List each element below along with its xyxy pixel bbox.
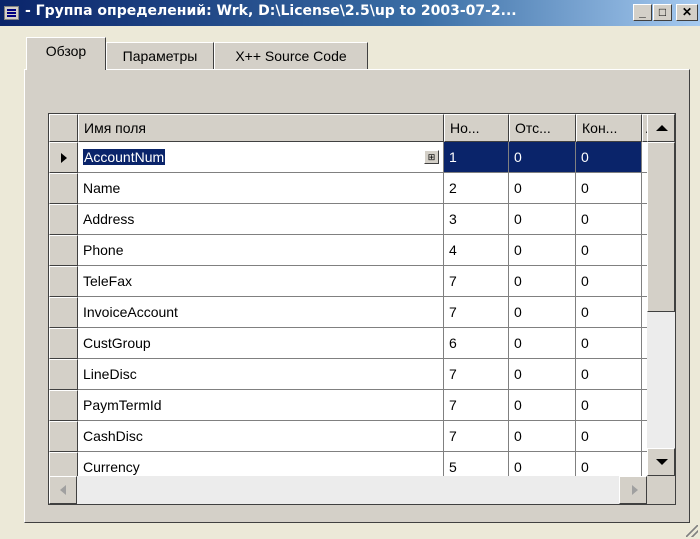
- table-row[interactable]: CashDisc 7 0 0: [49, 421, 672, 452]
- scroll-right-button[interactable]: [619, 476, 647, 504]
- column-header-number[interactable]: Но...: [444, 114, 509, 142]
- table-row[interactable]: CustGroup600✔: [49, 328, 672, 359]
- cell-offset[interactable]: 0: [509, 297, 576, 328]
- current-row-arrow-icon: [61, 153, 67, 163]
- column-header-field-name[interactable]: Имя поля: [78, 114, 444, 142]
- cell-end[interactable]: 0: [576, 235, 642, 266]
- window-icon[interactable]: [4, 6, 19, 20]
- arrow-right-icon: [632, 485, 638, 495]
- scroll-up-button[interactable]: [647, 114, 675, 142]
- cell-field-name[interactable]: AccountNum ⊞: [78, 142, 444, 173]
- cell-number[interactable]: 6: [444, 328, 509, 359]
- cell-number[interactable]: 7: [444, 297, 509, 328]
- row-selector[interactable]: [49, 235, 78, 266]
- cell-number[interactable]: 2: [444, 173, 509, 204]
- cell-field-name[interactable]: LineDisc: [78, 359, 444, 390]
- scroll-down-button[interactable]: [647, 448, 675, 476]
- column-header-offset[interactable]: Отс...: [509, 114, 576, 142]
- title-bar[interactable]: - Группа определений: Wrk, D:\License\2.…: [0, 0, 700, 26]
- cell-end[interactable]: 0: [576, 328, 642, 359]
- cell-number[interactable]: 1: [444, 142, 509, 173]
- fields-grid[interactable]: Имя поля Но... Отс... Кон... А. AccountN…: [48, 113, 676, 505]
- cell-offset[interactable]: 0: [509, 359, 576, 390]
- tab-source-code[interactable]: X++ Source Code: [214, 42, 368, 70]
- cell-end[interactable]: 0: [576, 142, 642, 173]
- table-row[interactable]: Name200✔: [49, 173, 672, 204]
- lookup-button[interactable]: ⊞: [424, 150, 439, 164]
- grid-corner-header: [49, 114, 78, 142]
- cell-end[interactable]: 0: [576, 173, 642, 204]
- cell-field-name[interactable]: InvoiceAccount: [78, 297, 444, 328]
- row-selector[interactable]: [49, 390, 78, 421]
- cell-offset[interactable]: 0: [509, 421, 576, 452]
- tab-overview[interactable]: Обзор: [26, 37, 106, 70]
- cell-end[interactable]: 0: [576, 204, 642, 235]
- table-row[interactable]: Phone400✔: [49, 235, 672, 266]
- resize-grip-icon[interactable]: [686, 525, 698, 537]
- row-selector[interactable]: [49, 142, 78, 173]
- row-selector[interactable]: [49, 328, 78, 359]
- tab-parameters[interactable]: Параметры: [106, 42, 214, 70]
- arrow-up-icon: [656, 125, 668, 131]
- minimize-button[interactable]: _: [633, 4, 652, 21]
- column-header-end[interactable]: Кон...: [576, 114, 642, 142]
- cell-number[interactable]: 7: [444, 359, 509, 390]
- cell-field-name[interactable]: PaymTermId: [78, 390, 444, 421]
- window-title: - Группа определений: Wrk, D:\License\2.…: [25, 3, 517, 19]
- maximize-button[interactable]: □: [653, 4, 672, 21]
- cell-end[interactable]: 0: [576, 390, 642, 421]
- vertical-scrollbar[interactable]: [647, 114, 675, 476]
- cell-field-name[interactable]: Phone: [78, 235, 444, 266]
- close-button[interactable]: ✕: [676, 4, 698, 21]
- cell-number[interactable]: 7: [444, 266, 509, 297]
- cell-end[interactable]: 0: [576, 297, 642, 328]
- horizontal-scrollbar[interactable]: [49, 476, 647, 504]
- table-row[interactable]: InvoiceAccount 7 0 0: [49, 297, 672, 328]
- table-row[interactable]: LineDisc 7 0 0: [49, 359, 672, 390]
- cell-field-name[interactable]: CustGroup: [78, 328, 444, 359]
- row-selector[interactable]: [49, 421, 78, 452]
- cell-field-name[interactable]: Name: [78, 173, 444, 204]
- row-selector[interactable]: [49, 204, 78, 235]
- cell-offset[interactable]: 0: [509, 173, 576, 204]
- cell-end[interactable]: 0: [576, 266, 642, 297]
- cell-offset[interactable]: 0: [509, 328, 576, 359]
- cell-offset[interactable]: 0: [509, 142, 576, 173]
- scroll-corner: [647, 476, 675, 504]
- scroll-left-button[interactable]: [49, 476, 77, 504]
- vertical-scroll-thumb[interactable]: [647, 142, 675, 312]
- cell-field-name[interactable]: CashDisc: [78, 421, 444, 452]
- field-name-edit-text[interactable]: AccountNum: [83, 149, 166, 165]
- cell-offset[interactable]: 0: [509, 266, 576, 297]
- cell-field-name[interactable]: Address: [78, 204, 444, 235]
- row-selector[interactable]: [49, 359, 78, 390]
- table-row[interactable]: TeleFax 7 0 0: [49, 266, 672, 297]
- cell-offset[interactable]: 0: [509, 235, 576, 266]
- cell-number[interactable]: 7: [444, 390, 509, 421]
- arrow-down-icon: [656, 459, 668, 465]
- cell-offset[interactable]: 0: [509, 390, 576, 421]
- row-selector[interactable]: [49, 173, 78, 204]
- table-row[interactable]: AccountNum⊞100✔: [49, 142, 672, 173]
- row-selector[interactable]: [49, 297, 78, 328]
- cell-end[interactable]: 0: [576, 359, 642, 390]
- cell-number[interactable]: 7: [444, 421, 509, 452]
- cell-number[interactable]: 4: [444, 235, 509, 266]
- table-row[interactable]: PaymTermId 7 0 0: [49, 390, 672, 421]
- cell-offset[interactable]: 0: [509, 204, 576, 235]
- arrow-left-icon: [60, 485, 66, 495]
- cell-end[interactable]: 0: [576, 421, 642, 452]
- cell-number[interactable]: 3: [444, 204, 509, 235]
- cell-field-name[interactable]: TeleFax: [78, 266, 444, 297]
- row-selector[interactable]: [49, 266, 78, 297]
- table-row[interactable]: Address300✔: [49, 204, 672, 235]
